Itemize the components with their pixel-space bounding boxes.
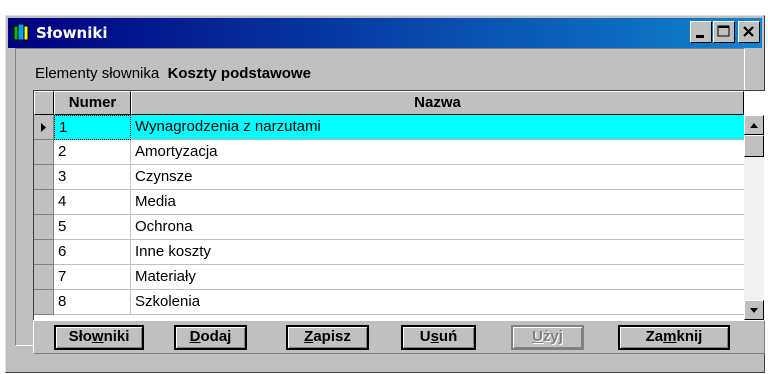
table-row[interactable]: 5 Ochrona bbox=[34, 215, 752, 240]
header-corner bbox=[34, 91, 54, 115]
button-label-part: żyj bbox=[542, 328, 563, 345]
button-accelerator: s bbox=[430, 328, 439, 345]
uzyj-button[interactable]: Użyj bbox=[511, 325, 584, 350]
zamknij-button[interactable]: Zamknij bbox=[618, 325, 730, 350]
cell-nazwa[interactable]: Szkolenia bbox=[131, 290, 744, 315]
cell-nazwa[interactable]: Ochrona bbox=[131, 215, 744, 240]
table-row[interactable]: 3 Czynsze bbox=[34, 165, 752, 190]
row-indicator[interactable] bbox=[34, 165, 54, 190]
caption-value: Koszty podstawowe bbox=[167, 65, 311, 82]
cell-numer[interactable]: 3 bbox=[54, 165, 131, 190]
minimize-icon[interactable] bbox=[690, 21, 712, 43]
cell-numer[interactable]: 8 bbox=[54, 290, 131, 315]
arrow-up-icon bbox=[750, 123, 758, 128]
cell-numer[interactable]: 6 bbox=[54, 240, 131, 265]
table-row[interactable]: 6 Inne koszty bbox=[34, 240, 752, 265]
slowniki-button[interactable]: Słowniki bbox=[54, 325, 144, 350]
button-bar: Słowniki Dodaj Zapisz Usuń Użyj Zamknij bbox=[33, 320, 765, 354]
row-indicator[interactable] bbox=[34, 190, 54, 215]
column-header-nazwa[interactable]: Nazwa bbox=[131, 91, 744, 115]
button-accelerator: m bbox=[663, 328, 677, 345]
button-label-part: knij bbox=[676, 328, 703, 345]
row-indicator[interactable] bbox=[34, 240, 54, 265]
dictionary-caption: Elementy słownika Koszty podstawowe bbox=[35, 65, 311, 82]
cell-nazwa[interactable]: Inne koszty bbox=[131, 240, 744, 265]
maximize-icon[interactable] bbox=[713, 21, 735, 43]
cell-numer[interactable]: 7 bbox=[54, 265, 131, 290]
table-row[interactable]: 1 Wynagrodzenia z narzutami bbox=[34, 115, 752, 140]
caption-label: Elementy słownika bbox=[35, 65, 160, 82]
zapisz-button[interactable]: Zapisz bbox=[286, 325, 369, 350]
row-indicator[interactable] bbox=[34, 215, 54, 240]
cell-numer[interactable]: 1 bbox=[54, 115, 131, 140]
button-label-part: niki bbox=[103, 328, 130, 345]
button-label-part: apisz bbox=[313, 328, 351, 345]
button-label-part: Za bbox=[645, 328, 664, 345]
cell-nazwa[interactable]: Media bbox=[131, 190, 744, 215]
cell-numer[interactable]: 5 bbox=[54, 215, 131, 240]
button-accelerator: D bbox=[189, 328, 201, 345]
cell-nazwa[interactable]: Czynsze bbox=[131, 165, 744, 190]
scroll-up-button[interactable] bbox=[744, 115, 764, 135]
button-label-part: U bbox=[419, 328, 431, 345]
table-row[interactable]: 4 Media bbox=[34, 190, 752, 215]
column-header-numer[interactable]: Numer bbox=[54, 91, 131, 115]
row-indicator[interactable] bbox=[34, 290, 54, 315]
book-icon bbox=[12, 23, 32, 43]
cell-nazwa[interactable]: Materiały bbox=[131, 265, 744, 290]
dodaj-button[interactable]: Dodaj bbox=[174, 325, 247, 350]
window-title: Słowniki bbox=[36, 24, 108, 42]
row-indicator[interactable] bbox=[34, 265, 54, 290]
button-accelerator: Z bbox=[304, 328, 314, 345]
button-accelerator: w bbox=[91, 328, 104, 345]
cell-numer[interactable]: 4 bbox=[54, 190, 131, 215]
items-grid[interactable]: Numer Nazwa 1 Wynagrodzenia z narzutami … bbox=[33, 90, 765, 320]
cell-numer[interactable]: 2 bbox=[54, 140, 131, 165]
button-label-part: uń bbox=[438, 328, 458, 345]
button-label-part: odaj bbox=[200, 328, 232, 345]
table-row[interactable]: 2 Amortyzacja bbox=[34, 140, 752, 165]
current-row-arrow-icon bbox=[41, 123, 46, 132]
row-indicator[interactable] bbox=[34, 115, 54, 140]
table-row[interactable]: 8 Szkolenia bbox=[34, 290, 752, 315]
arrow-down-icon bbox=[750, 308, 758, 313]
cell-nazwa[interactable]: Wynagrodzenia z narzutami bbox=[131, 115, 744, 140]
row-indicator[interactable] bbox=[34, 140, 54, 165]
title-bar[interactable]: Słowniki bbox=[8, 18, 762, 48]
table-row[interactable]: 7 Materiały bbox=[34, 265, 752, 290]
usun-button[interactable]: Usuń bbox=[401, 325, 476, 350]
close-icon[interactable] bbox=[738, 21, 760, 43]
vertical-scrollbar[interactable] bbox=[744, 115, 764, 320]
cell-nazwa[interactable]: Amortyzacja bbox=[131, 140, 744, 165]
scroll-down-button[interactable] bbox=[744, 300, 764, 320]
button-label-part: Sło bbox=[68, 328, 92, 345]
scroll-thumb[interactable] bbox=[744, 135, 764, 157]
button-accelerator: U bbox=[532, 328, 543, 345]
